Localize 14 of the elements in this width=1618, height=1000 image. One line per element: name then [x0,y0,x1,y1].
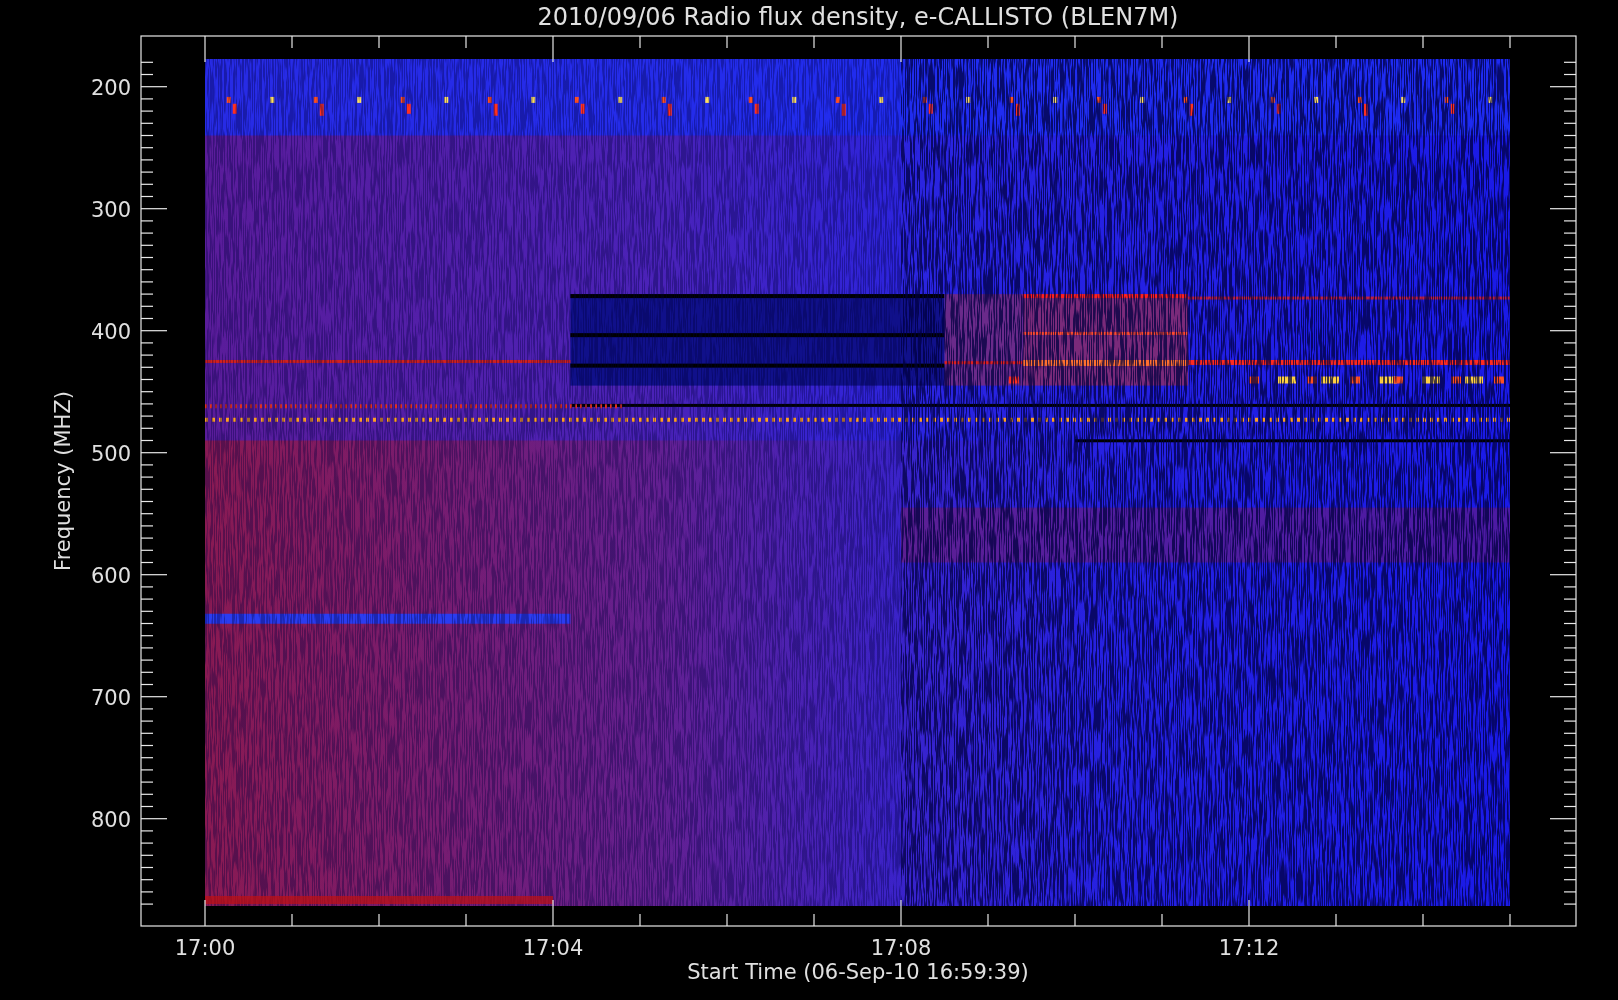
axis-label: Frequency (MHZ) [51,391,75,571]
plot-title: 2010/09/06 Radio flux density, e-CALLISTO (BLEN7M) [537,3,1179,31]
tick-label: 300 [90,197,131,222]
tick-label: 17:08 [870,936,932,960]
tick-label: 200 [90,75,131,100]
tick-label: 500 [90,441,131,466]
tick-label: 800 [90,807,131,832]
tick-label: 17:00 [174,936,236,960]
tick-label: 17:04 [522,936,584,960]
tick-label: 400 [90,319,131,344]
tick-label: 600 [90,563,131,588]
axis-label: Start Time (06-Sep-10 16:59:39) [687,960,1029,984]
tick-label: 700 [90,685,131,710]
tick-label: 17:12 [1218,936,1280,960]
